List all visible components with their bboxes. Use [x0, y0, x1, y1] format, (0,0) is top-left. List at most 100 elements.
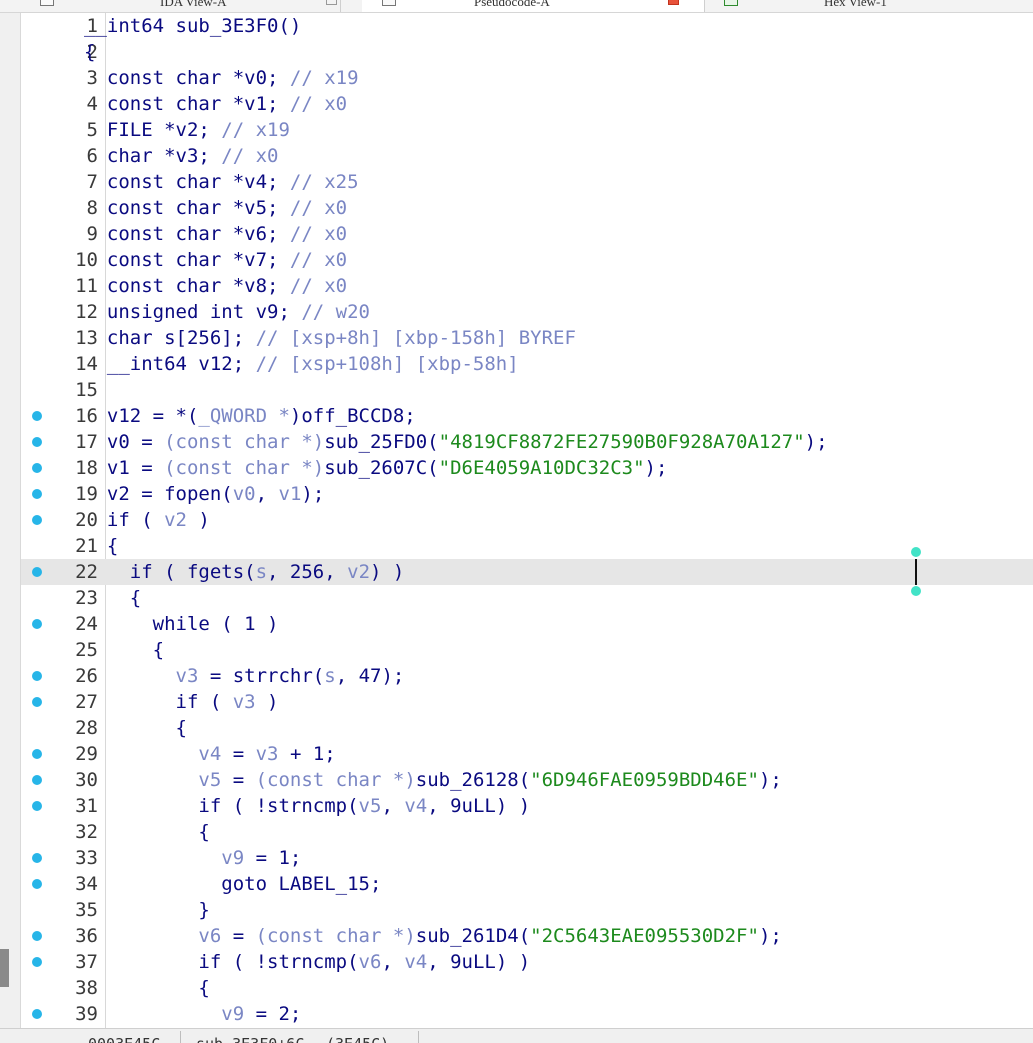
code-token: sub_26128( [415, 769, 531, 791]
code-token: if ( !strncmp( [84, 795, 359, 817]
code-token: ) [186, 509, 210, 531]
code-text: { [84, 715, 187, 741]
breakpoint-dot-icon[interactable] [32, 879, 42, 889]
code-line[interactable]: 4 const char *v1; // x0 [21, 91, 1033, 117]
code-line[interactable]: 1 __int64 sub_3E3F0() [21, 13, 1033, 39]
code-token: = 1; [244, 847, 302, 869]
code-token: } [84, 899, 210, 921]
code-token: s [255, 561, 268, 583]
code-text: __int64 v12; // [xsp+108h] [xbp-58h] [84, 351, 519, 377]
code-token: v4 [404, 951, 428, 973]
code-line[interactable]: 19 v2 = fopen(v0, v1); [21, 481, 1033, 507]
code-line[interactable]: 6 char *v3; // x0 [21, 143, 1033, 169]
tab-pseudocode[interactable]: Pseudocode-A [362, 0, 705, 12]
code-line[interactable]: 3 const char *v0; // x19 [21, 65, 1033, 91]
breakpoint-dot-icon[interactable] [32, 489, 42, 499]
code-line[interactable]: 27 if ( v3 ) [21, 689, 1033, 715]
code-text: const char *v8; // x0 [84, 273, 347, 299]
close-icon[interactable] [668, 0, 679, 5]
grid-icon [40, 0, 54, 6]
code-line[interactable]: 24 while ( 1 ) [21, 611, 1033, 637]
breakpoint-dot-icon[interactable] [32, 437, 42, 447]
code-line[interactable]: 36 v6 = (const char *)sub_261D4("2C5643E… [21, 923, 1033, 949]
code-line[interactable]: 33 v9 = 1; [21, 845, 1033, 871]
code-line[interactable]: 7 const char *v4; // x25 [21, 169, 1033, 195]
breakpoint-dot-icon[interactable] [32, 619, 42, 629]
code-line[interactable]: 28 { [21, 715, 1033, 741]
breakpoint-dot-icon[interactable] [32, 463, 42, 473]
code-line[interactable]: 2{ [21, 39, 1033, 65]
breakpoint-dot-icon[interactable] [32, 411, 42, 421]
code-text: v12 = *(_QWORD *)off_BCCD8; [84, 403, 416, 429]
breakpoint-dot-icon[interactable] [32, 931, 42, 941]
code-line[interactable]: 22 if ( fgets(s, 256, v2) ) [21, 559, 1033, 585]
code-line[interactable]: 12 unsigned int v9; // w20 [21, 299, 1033, 325]
code-line[interactable]: 21 { [21, 533, 1033, 559]
code-line[interactable]: 25 { [21, 637, 1033, 663]
code-token: v0 [232, 483, 256, 505]
code-token: { [84, 535, 119, 557]
breakpoint-dot-icon[interactable] [32, 1009, 42, 1019]
text-cursor [915, 559, 917, 585]
code-line[interactable]: 20 if ( v2 ) [21, 507, 1033, 533]
code-line[interactable]: 37 if ( !strncmp(v6, v4, 9uLL) ) [21, 949, 1033, 975]
tab-label: Pseudocode-A [474, 0, 550, 9]
code-line[interactable]: 32 { [21, 819, 1033, 845]
code-token: // w20 [301, 301, 370, 323]
code-token: sub_2607C( [324, 457, 439, 479]
breakpoint-dot-icon[interactable] [32, 697, 42, 707]
code-line[interactable]: 16 v12 = *(_QWORD *)off_BCCD8; [21, 403, 1033, 429]
pseudocode-editor[interactable]: 1 __int64 sub_3E3F0() 2{3 const char *v0; … [21, 13, 1033, 1028]
code-line[interactable]: 15 [21, 377, 1033, 403]
code-line[interactable]: 18 v1 = (const char *)sub_2607C("D6E4059… [21, 455, 1033, 481]
breakpoint-dot-icon[interactable] [32, 775, 42, 785]
code-line[interactable]: 26 v3 = strrchr(s, 47); [21, 663, 1033, 689]
code-line[interactable]: 30 v5 = (const char *)sub_26128("6D946FA… [21, 767, 1033, 793]
status-bar: 0003E45C sub_3E3F0+6C (3E45C) [0, 1028, 1033, 1043]
code-token: unsigned int v9; [84, 301, 302, 323]
code-token: const char *v0; [84, 67, 290, 89]
close-icon[interactable] [326, 0, 337, 5]
code-token: v6 [358, 951, 382, 973]
code-text: if ( fgets(s, 256, v2) ) [84, 559, 405, 585]
code-text: { [84, 39, 95, 65]
code-line[interactable]: 38 { [21, 975, 1033, 1001]
code-text: { [84, 637, 164, 663]
code-token: "4819CF8872FE27590B0F928A70A127" [438, 431, 805, 453]
code-line[interactable]: 31 if ( !strncmp(v5, v4, 9uLL) ) [21, 793, 1033, 819]
code-line[interactable]: 13 char s[256]; // [xsp+8h] [xbp-158h] B… [21, 325, 1033, 351]
breakpoint-dot-icon[interactable] [32, 957, 42, 967]
text-cursor-handle[interactable] [911, 547, 921, 596]
code-line[interactable]: 29 v4 = v3 + 1; [21, 741, 1033, 767]
code-line[interactable]: 10 const char *v7; // x0 [21, 247, 1033, 273]
code-line[interactable]: 23 { [21, 585, 1033, 611]
code-line[interactable]: 35 } [21, 897, 1033, 923]
code-line[interactable]: 5 FILE *v2; // x19 [21, 117, 1033, 143]
code-line[interactable]: 17 v0 = (const char *)sub_25FD0("4819CF8… [21, 429, 1033, 455]
breakpoint-dot-icon[interactable] [32, 853, 42, 863]
code-token: char *v3; [84, 145, 222, 167]
code-line[interactable]: 11 const char *v8; // x0 [21, 273, 1033, 299]
code-token: v9 [221, 1003, 245, 1025]
breakpoint-dot-icon[interactable] [32, 515, 42, 525]
code-line[interactable]: 9 const char *v6; // x0 [21, 221, 1033, 247]
code-line[interactable]: 39 v9 = 2; [21, 1001, 1033, 1027]
tab-ida-view[interactable]: IDA View-A [20, 0, 341, 12]
code-line[interactable]: 14 __int64 v12; // [xsp+108h] [xbp-58h] [21, 351, 1033, 377]
breakpoint-dot-icon[interactable] [32, 801, 42, 811]
code-token: ); [301, 483, 325, 505]
code-token: ) ) [370, 561, 405, 583]
code-line[interactable]: 34 goto LABEL_15; [21, 871, 1033, 897]
cursor-handle-bottom[interactable] [911, 586, 921, 596]
code-line[interactable]: 8 const char *v5; // x0 [21, 195, 1033, 221]
scrollbar-thumb[interactable] [0, 949, 9, 987]
breakpoint-dot-icon[interactable] [32, 749, 42, 759]
cursor-handle-top[interactable] [911, 547, 921, 557]
breakpoint-dot-icon[interactable] [32, 567, 42, 577]
tab-hex-view[interactable]: Hex View-1 [706, 0, 1033, 12]
code-token: , 256, [267, 561, 348, 583]
breakpoint-dot-icon[interactable] [32, 671, 42, 681]
code-text: const char *v1; // x0 [84, 91, 347, 117]
code-text: v4 = v3 + 1; [84, 741, 335, 767]
code-token: char s[256]; [84, 327, 256, 349]
